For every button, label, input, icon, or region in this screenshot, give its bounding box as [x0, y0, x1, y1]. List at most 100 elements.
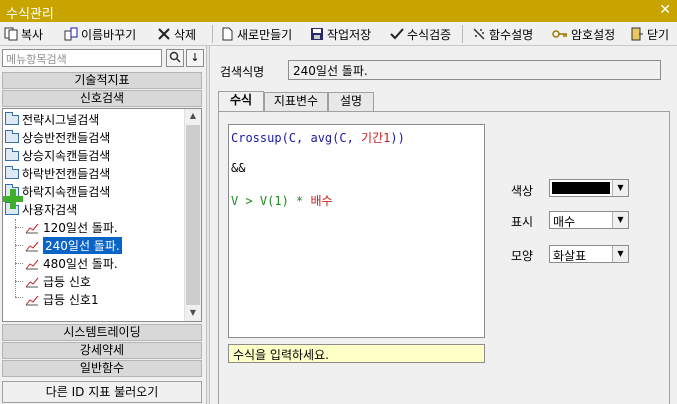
exit-door-icon: [630, 27, 644, 41]
formula-line-3: V > V(1) * 배수: [231, 192, 333, 209]
copy-label: 복사: [21, 27, 44, 42]
copy-icon: [4, 27, 18, 41]
category-technical-indicators[interactable]: 기술적지표: [2, 72, 202, 89]
tree-item-label: 240일선 돌파.: [43, 237, 122, 254]
indicator-tree: 전략시그널검색 상승반전캔들검색 상승지속캔들검색 하락반전캔들검색 하락지속캔…: [2, 108, 202, 322]
close-icon[interactable]: ✕: [659, 2, 671, 18]
new-label: 새로만들기: [237, 27, 293, 42]
tree-folder[interactable]: 하락반전캔들검색: [5, 165, 110, 182]
left-panel: 메뉴항목검색 ↓ 기술적지표 신호검색 전략시그널검색 상승반전캔들검색 상승지…: [0, 46, 206, 404]
display-select[interactable]: 매수 ▼: [549, 211, 629, 229]
window-title: 수식관리: [6, 7, 54, 22]
password-button[interactable]: 암호설정: [552, 25, 615, 43]
panel-splitter[interactable]: [206, 46, 210, 404]
folder-icon: [5, 129, 19, 143]
formula-line-1: Crossup(C, avg(C, 기간1)): [231, 129, 405, 146]
category-general-functions[interactable]: 일반함수: [2, 360, 202, 377]
formula-function: Crossup(C, avg(C,: [231, 131, 362, 145]
chart-line-icon: [25, 258, 39, 270]
tree-folder[interactable]: 전략시그널검색: [5, 111, 99, 128]
tree-scrollbar[interactable]: ▲ ▼: [184, 109, 201, 321]
formula-name-label: 검색식명: [220, 65, 265, 79]
shape-value: 화살표: [553, 249, 587, 263]
formula-parameter: 기간1: [361, 131, 391, 145]
toolbar: 복사 이름바꾸기 삭제 새로만들기 작업저장 수식검증 함수설명 암호설정 닫기: [0, 22, 677, 46]
tree-item-label: 120일선 돌파.: [43, 221, 118, 235]
tree-connector: [15, 245, 23, 246]
formula-editor[interactable]: Crossup(C, avg(C, 기간1)) && V > V(1) * 배수: [228, 124, 485, 338]
down-arrow-button[interactable]: ↓: [186, 49, 204, 67]
tree-item[interactable]: 120일선 돌파.: [25, 219, 118, 236]
function-help-label: 함수설명: [489, 27, 534, 42]
display-label: 표시: [511, 215, 534, 229]
new-document-icon: [220, 27, 234, 41]
tree-item-label: 480일선 돌파.: [43, 257, 118, 271]
checkmark-icon: [390, 27, 404, 41]
category-signal-search[interactable]: 신호검색: [2, 90, 202, 107]
tree-connector: [15, 263, 23, 264]
shape-label: 모양: [511, 249, 534, 263]
tab-description[interactable]: 설명: [328, 92, 374, 111]
delete-label: 삭제: [174, 27, 197, 42]
menu-search-input[interactable]: 메뉴항목검색: [2, 49, 162, 67]
chart-line-icon: [25, 222, 39, 234]
chevron-down-icon[interactable]: ▼: [612, 246, 628, 262]
verify-label: 수식검증: [407, 27, 452, 42]
color-label: 색상: [511, 184, 534, 198]
delete-icon: [157, 27, 171, 41]
formula-expression: V > V(1) *: [231, 194, 311, 208]
tree-connector: [15, 281, 23, 282]
verify-button[interactable]: 수식검증: [390, 25, 451, 43]
toolbar-separator: [462, 25, 463, 43]
folder-icon: [5, 165, 19, 179]
function-help-button[interactable]: 함수설명: [472, 25, 533, 43]
folder-icon: [5, 111, 19, 125]
formula-closing: )): [390, 131, 405, 145]
tree-folder-label: 하락반전캔들검색: [22, 167, 111, 181]
load-other-id-button[interactable]: 다른 ID 지표 불러오기: [2, 381, 202, 403]
tree-item-label: 급등 신호1: [43, 293, 99, 307]
category-system-trading[interactable]: 시스템트레이딩: [2, 324, 202, 341]
title-bar: 수식관리 ✕: [0, 0, 677, 22]
tree-folder[interactable]: 상승반전캔들검색: [5, 129, 110, 146]
drag-plus-icon: [3, 189, 23, 209]
tree-folder-label: 하락지속캔들검색: [22, 185, 111, 199]
chevron-down-icon[interactable]: ▼: [612, 212, 628, 228]
sparkle-icon: [472, 27, 486, 41]
chart-line-icon: [25, 240, 39, 252]
shape-select[interactable]: 화살표 ▼: [549, 245, 629, 263]
tree-connector: [15, 227, 23, 228]
chart-line-icon: [25, 276, 39, 288]
tab-indicator-variables[interactable]: 지표변수: [264, 92, 328, 111]
color-select[interactable]: ▼: [549, 179, 629, 197]
tree-connector: [15, 297, 23, 298]
close-label: 닫기: [647, 27, 670, 42]
display-value: 매수: [553, 215, 576, 229]
close-button[interactable]: 닫기: [630, 25, 669, 43]
scroll-thumb[interactable]: [186, 125, 200, 305]
tree-folder[interactable]: 상승지속캔들검색: [5, 147, 110, 164]
formula-hint: 수식을 입력하세요.: [228, 344, 485, 363]
formula-parameter: 배수: [310, 194, 333, 208]
tab-formula[interactable]: 수식: [218, 91, 264, 111]
tree-item[interactable]: 급등 신호: [25, 273, 91, 290]
rename-label: 이름바꾸기: [81, 27, 137, 42]
copy-button[interactable]: 복사: [4, 25, 43, 43]
rename-icon: [64, 27, 78, 41]
chevron-down-icon[interactable]: ▼: [612, 180, 628, 196]
search-icon[interactable]: [166, 49, 184, 67]
formula-name-field[interactable]: 240일선 돌파.: [288, 60, 661, 80]
save-button[interactable]: 작업저장: [310, 25, 371, 43]
tree-item[interactable]: 480일선 돌파.: [25, 255, 118, 272]
category-strength-weakness[interactable]: 강세약세: [2, 342, 202, 359]
tree-item[interactable]: 급등 신호1: [25, 291, 99, 308]
scroll-up-icon[interactable]: ▲: [185, 109, 201, 123]
save-icon: [310, 27, 324, 41]
new-button[interactable]: 새로만들기: [220, 25, 292, 43]
tree-folder-label: 전략시그널검색: [22, 113, 100, 127]
tree-item-selected[interactable]: 240일선 돌파.: [25, 237, 122, 254]
rename-button[interactable]: 이름바꾸기: [64, 25, 136, 43]
chart-line-icon: [25, 294, 39, 306]
scroll-down-icon[interactable]: ▼: [185, 306, 201, 320]
delete-button[interactable]: 삭제: [157, 25, 196, 43]
